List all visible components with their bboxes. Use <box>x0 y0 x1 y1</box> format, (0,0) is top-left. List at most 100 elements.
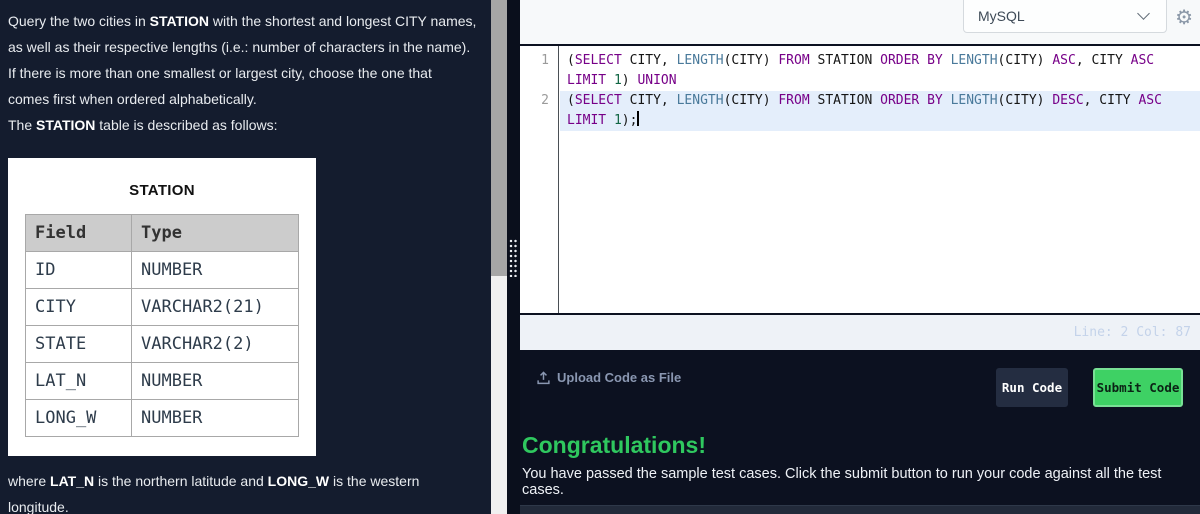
table-cell: NUMBER <box>131 399 299 437</box>
text-line: The STATION table is described as follow… <box>8 112 491 138</box>
code-token: LENGTH <box>950 93 998 108</box>
column-header-field: Field <box>25 214 132 252</box>
text: as well as their respective lengths (i.e… <box>8 39 471 55</box>
editor-gutter: 12 <box>520 46 559 313</box>
left-panel-scrollbar-thumb[interactable] <box>491 0 507 276</box>
code-token: FROM <box>778 93 810 108</box>
code-editor[interactable]: 12 (SELECT CITY, LENGTH(CITY) FROM STATI… <box>520 46 1200 313</box>
code-line[interactable]: LIMIT 1); <box>560 111 1200 131</box>
column-header-type: Type <box>131 214 299 252</box>
code-token: ORDER <box>880 93 920 108</box>
editor-toolbar: MySQL ⚙ <box>520 0 1200 46</box>
submit-code-button[interactable]: Submit Code <box>1093 368 1183 407</box>
station-schema-table: Field Type ID NUMBER CITY VARCHAR2(21) STATE… <box>25 214 299 437</box>
left-panel-scrollbar-track[interactable] <box>491 0 507 514</box>
text-line: If there is more than one smallest or la… <box>8 60 491 86</box>
code-token: ); <box>621 113 638 128</box>
code-token: DESC <box>1052 93 1084 108</box>
language-select-value: MySQL <box>978 8 1025 24</box>
code-token: FROM <box>778 53 810 68</box>
text-line: longitude. <box>8 494 491 514</box>
table-cell: STATE <box>25 325 132 363</box>
code-token: STATION <box>809 53 881 68</box>
code-token: , CITY <box>1083 93 1139 108</box>
table-header-row: Field Type <box>25 214 299 252</box>
text-line: as well as their respective lengths (i.e… <box>8 34 491 60</box>
problem-panel: Query the two cities in STATION with the… <box>0 0 491 514</box>
divider-grip-icon[interactable] <box>509 239 518 277</box>
editor-code-area[interactable]: (SELECT CITY, LENGTH(CITY) FROM STATION … <box>560 46 1200 131</box>
text: Query the two cities in <box>8 13 150 29</box>
upload-icon <box>537 370 550 384</box>
code-token: STATION <box>809 93 881 108</box>
station-table-card: STATION Field Type ID NUMBER CITY VARCHAR2(… <box>8 158 316 456</box>
gear-icon[interactable]: ⚙ <box>1175 3 1193 33</box>
table-title: STATION <box>129 182 195 199</box>
code-token: LIMIT <box>567 73 607 88</box>
text: The <box>8 117 37 133</box>
code-token: 1 <box>613 73 622 88</box>
text: is the western <box>329 473 420 489</box>
code-token: UNION <box>637 73 677 88</box>
code-token: (CITY) <box>997 93 1053 108</box>
app-window: Query the two cities in STATION with the… <box>0 0 1200 514</box>
code-token: LENGTH <box>676 53 724 68</box>
cursor-position-label: Line: 2 Col: 87 <box>1073 325 1191 340</box>
code-line[interactable]: LIMIT 1) UNION <box>560 71 1200 91</box>
text: comes first when ordered alphabetically. <box>8 91 257 107</box>
code-token: CITY, <box>621 93 677 108</box>
text-line: Query the two cities in STATION with the… <box>8 8 491 34</box>
editor-statusbar: Line: 2 Col: 87 <box>520 315 1200 350</box>
code-token: (CITY) <box>723 93 779 108</box>
line-number: 1 <box>541 53 549 68</box>
table-cell: VARCHAR2(21) <box>131 288 299 326</box>
text: with the shortest and longest CITY names… <box>209 13 477 29</box>
code-token: BY <box>927 53 943 68</box>
code-token: (CITY) <box>723 53 779 68</box>
language-select[interactable]: MySQL <box>963 0 1167 33</box>
table-row: LAT_N NUMBER <box>25 362 299 400</box>
table-cell: LONG_W <box>25 399 132 437</box>
code-token: ASC <box>1138 93 1162 108</box>
code-token: ( <box>567 53 575 68</box>
congratulations-heading: Congratulations! <box>522 432 706 458</box>
table-cell: NUMBER <box>131 362 299 400</box>
table-row: CITY VARCHAR2(21) <box>25 288 299 326</box>
text-line: where LAT_N is the northern latitude and… <box>8 468 491 494</box>
line-number: 2 <box>541 93 549 108</box>
code-token: BY <box>927 93 943 108</box>
problem-statement: Query the two cities in STATION with the… <box>8 8 491 138</box>
bold-text: LONG_W <box>267 473 330 489</box>
code-token: 1 <box>613 113 622 128</box>
upload-code-button[interactable]: Upload Code as File <box>537 370 681 385</box>
text: is the northern latitude and <box>94 473 268 489</box>
code-token: CITY, <box>621 53 677 68</box>
code-token: (CITY) <box>997 53 1053 68</box>
code-token: ) <box>621 73 638 88</box>
bold-text: LAT_N <box>50 473 95 489</box>
code-line[interactable]: (SELECT CITY, LENGTH(CITY) FROM STATION … <box>560 91 1200 111</box>
table-cell: ID <box>25 251 132 289</box>
chevron-down-icon <box>1137 7 1150 20</box>
footer-note: where LAT_N is the northern latitude and… <box>8 468 491 514</box>
text: where <box>8 473 51 489</box>
table-row: STATE VARCHAR2(2) <box>25 325 299 363</box>
table-row: ID NUMBER <box>25 251 299 289</box>
code-token: LENGTH <box>676 93 724 108</box>
code-token: , CITY <box>1075 53 1131 68</box>
code-token: ORDER <box>880 53 920 68</box>
code-token: SELECT <box>574 93 622 108</box>
run-code-button[interactable]: Run Code <box>996 368 1068 407</box>
text-line: comes first when ordered alphabetically. <box>8 86 491 112</box>
table-cell: VARCHAR2(2) <box>131 325 299 363</box>
code-line[interactable]: (SELECT CITY, LENGTH(CITY) FROM STATION … <box>560 51 1200 71</box>
congratulations-message: You have passed the sample test cases. C… <box>522 466 1162 498</box>
text: If there is more than one smallest or la… <box>8 65 432 81</box>
code-token: ( <box>567 93 575 108</box>
text: longitude. <box>8 499 69 514</box>
